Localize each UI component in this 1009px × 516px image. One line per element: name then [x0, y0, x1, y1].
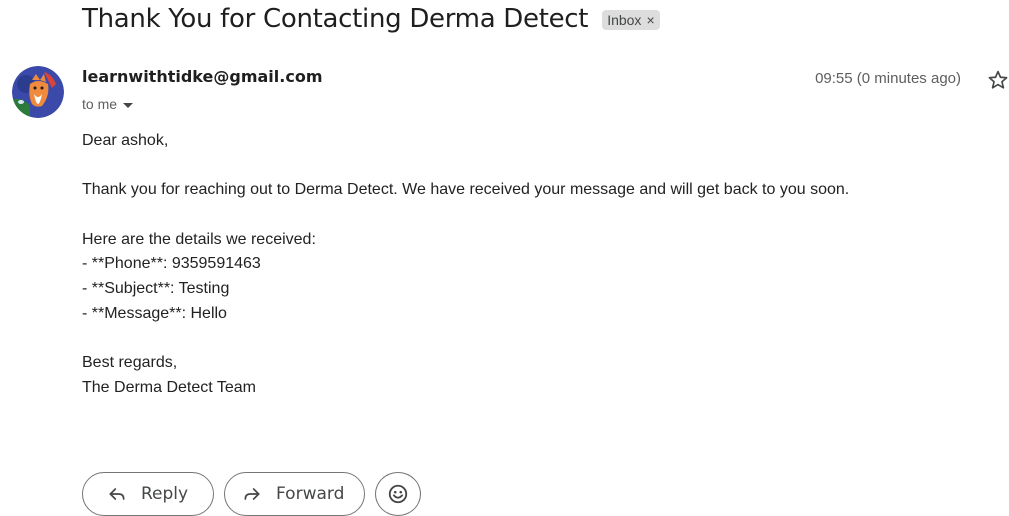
sender-avatar[interactable]: [12, 66, 64, 118]
star-icon[interactable]: [987, 69, 1009, 91]
body-line: - **Phone**: 9359591463: [82, 255, 261, 273]
body-line: - **Subject**: Testing: [82, 280, 230, 298]
reply-button[interactable]: Reply: [82, 472, 214, 516]
email-timestamp: 09:55 (0 minutes ago): [815, 70, 961, 87]
remove-label-icon[interactable]: ×: [646, 12, 654, 28]
subject-header: Thank You for Contacting Derma Detect In…: [82, 4, 660, 34]
recipient-details-toggle[interactable]: to me: [82, 96, 134, 112]
recipient-text: to me: [82, 96, 118, 112]
email-subject: Thank You for Contacting Derma Detect: [82, 4, 589, 34]
fox-avatar-icon: [12, 66, 64, 118]
smiley-face-icon: [387, 483, 409, 505]
emoji-reaction-button[interactable]: [375, 472, 421, 516]
email-actions: Reply Forward: [82, 472, 421, 516]
forward-arrow-icon: [242, 484, 262, 504]
chevron-down-icon: [123, 102, 134, 108]
body-line: Thank you for reaching out to Derma Dete…: [82, 181, 850, 199]
label-chip-text: Inbox: [607, 12, 642, 28]
body-line: The Derma Detect Team: [82, 378, 256, 396]
body-line: Dear ashok,: [82, 132, 169, 149]
body-line: - **Message**: Hello: [82, 304, 227, 322]
reply-label: Reply: [141, 484, 189, 504]
sender-email[interactable]: learnwithtidke@gmail.com: [82, 67, 322, 86]
forward-button[interactable]: Forward: [224, 472, 365, 516]
email-body: Dear ashok, Thank you for reaching out t…: [82, 129, 982, 401]
forward-label: Forward: [276, 484, 345, 504]
reply-arrow-icon: [107, 484, 127, 504]
inbox-label-chip[interactable]: Inbox ×: [602, 10, 660, 30]
body-line: Best regards,: [82, 354, 178, 372]
body-line: Here are the details we received:: [82, 230, 316, 248]
